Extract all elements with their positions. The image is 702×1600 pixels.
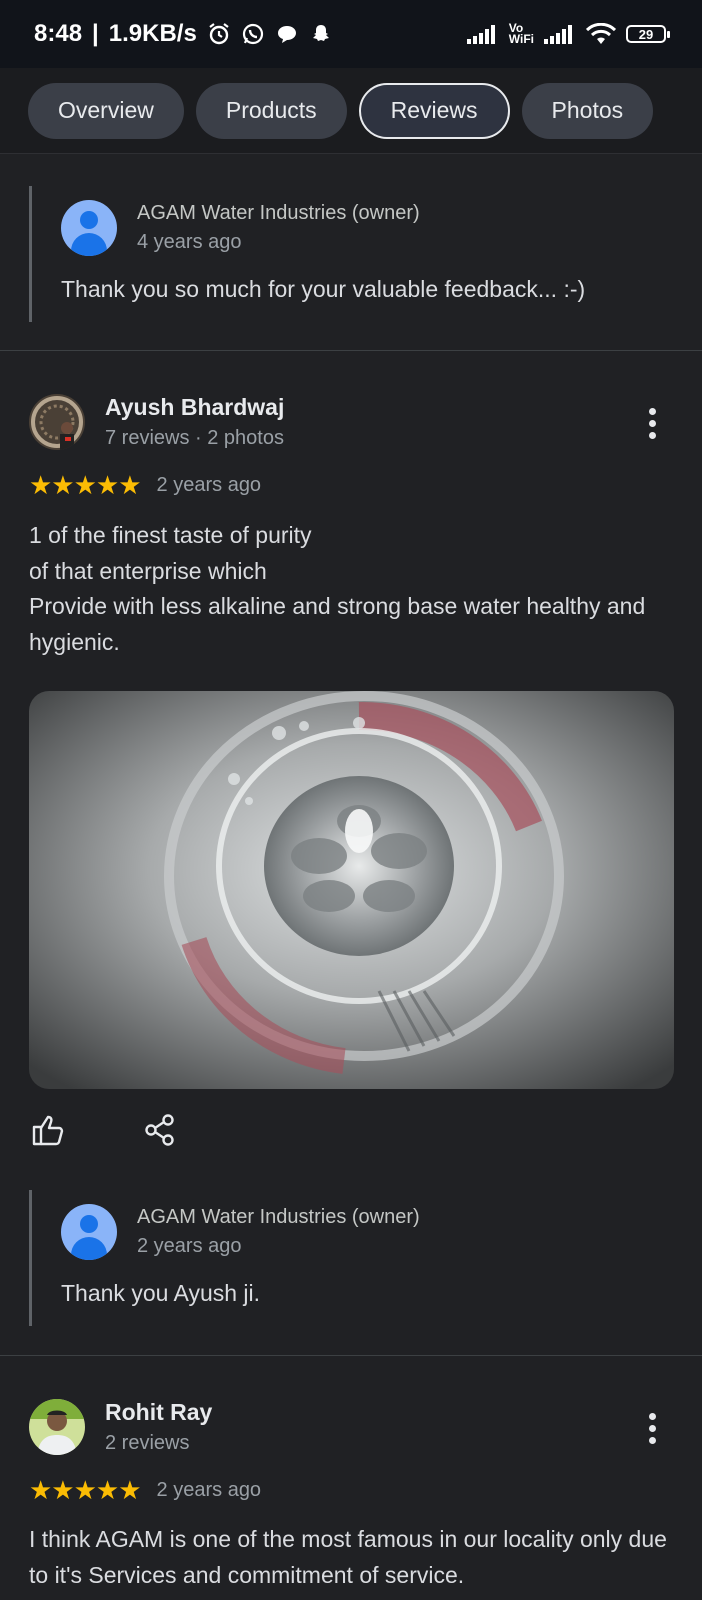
owner-reply: AGAM Water Industries (owner) 4 years ag… [29, 186, 669, 322]
battery-level: 29 [638, 26, 654, 42]
review-rating: ★★★★★ 2 years ago [29, 470, 261, 501]
owner-reply-time: 4 years ago [137, 231, 242, 253]
review-actions [31, 1114, 175, 1146]
owner-avatar [61, 200, 117, 256]
tab-photos[interactable]: Photos [521, 82, 654, 139]
signal-icon [544, 25, 572, 44]
owner-reply-time: 2 years ago [137, 1235, 242, 1257]
star-rating: ★★★★★ [29, 1475, 142, 1505]
star-rating: ★★★★★ [29, 470, 142, 500]
place-tabs: Overview Products Reviews Photos [0, 68, 702, 154]
reviewer-meta: 7 reviews · 2 photos [105, 427, 284, 449]
wifi-icon [586, 23, 616, 44]
review-time: 2 years ago [156, 1479, 262, 1501]
thumbs-up-icon[interactable] [31, 1114, 65, 1146]
status-time: 8:48 [34, 20, 83, 47]
whatsapp-icon [242, 23, 263, 45]
tab-overview[interactable]: Overview [28, 82, 184, 139]
alarm-icon [209, 23, 229, 45]
reviewer-name[interactable]: Ayush Bhardwaj [105, 394, 284, 421]
status-right: Vo WiFi 29 [466, 22, 670, 46]
owner-reply: AGAM Water Industries (owner) 2 years ag… [29, 1190, 669, 1326]
more-options-icon[interactable] [646, 408, 658, 439]
share-icon[interactable] [145, 1114, 175, 1146]
owner-reply-text: Thank you so much for your valuable feed… [61, 276, 586, 302]
tab-reviews[interactable]: Reviews [358, 82, 510, 139]
reviewer-name[interactable]: Rohit Ray [105, 1399, 212, 1426]
snapchat-icon [312, 25, 329, 41]
battery-icon: 29 [626, 25, 670, 43]
vowifi-indicator: Vo WiFi [508, 22, 534, 46]
signal-icon [466, 25, 495, 44]
review-photo[interactable] [29, 691, 674, 1089]
status-net-speed: 1.9KB/s [108, 20, 197, 47]
review-rating: ★★★★★ 2 years ago [29, 1475, 261, 1506]
divider [0, 350, 702, 351]
avatar[interactable] [29, 394, 85, 450]
review-text: I think AGAM is one of the most famous i… [29, 1526, 667, 1588]
status-left: 8:48 | 1.9KB/s [34, 20, 333, 48]
reviewer-meta: 2 reviews [105, 1432, 190, 1454]
chat-bubble-icon [277, 26, 296, 43]
more-options-icon[interactable] [646, 1413, 658, 1444]
reviewer-header[interactable]: Ayush Bhardwaj 7 reviews · 2 photos [29, 394, 284, 450]
owner-name: AGAM Water Industries (owner) [137, 1206, 420, 1228]
review-time: 2 years ago [156, 474, 262, 496]
tab-products[interactable]: Products [195, 82, 347, 139]
owner-name: AGAM Water Industries (owner) [137, 202, 420, 224]
avatar[interactable] [29, 1399, 85, 1455]
review-text: 1 of the finest taste of purity of that … [29, 522, 646, 655]
owner-reply-text: Thank you Ayush ji. [61, 1280, 261, 1306]
divider [0, 1355, 702, 1356]
status-separator: | [92, 20, 99, 47]
vowifi-bottom: WiFi [508, 32, 534, 46]
owner-avatar [61, 1204, 117, 1260]
reviewer-header[interactable]: Rohit Ray 2 reviews [29, 1399, 212, 1455]
status-bar: 8:48 | 1.9KB/s Vo WiFi 29 [0, 0, 702, 68]
